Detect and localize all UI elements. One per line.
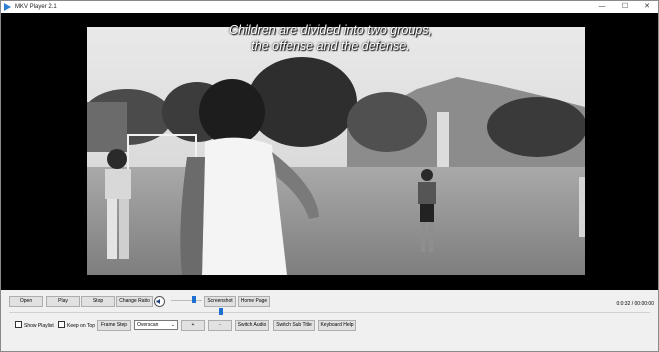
chevron-down-icon: ⌄ — [170, 322, 175, 328]
subtitle-line-2: the offense and the defense. — [251, 39, 410, 53]
show-playlist-label: Show Playlist — [24, 323, 54, 329]
keep-on-top-label: Keep on Top — [67, 323, 95, 329]
title-bar[interactable]: MKV Player 2.1 — ☐ ✕ — [1, 1, 658, 13]
show-playlist-checkbox[interactable]: Show Playlist — [15, 321, 54, 330]
stop-button[interactable]: Stop — [81, 296, 115, 307]
app-icon — [4, 3, 11, 11]
plus-button[interactable]: + — [181, 320, 205, 331]
video-frame — [87, 27, 585, 275]
maximize-button[interactable]: ☐ — [614, 1, 636, 13]
play-button[interactable]: Play — [46, 296, 80, 307]
frame-step-button[interactable]: Frame Step — [97, 320, 131, 331]
volume-slider-thumb[interactable] — [192, 296, 197, 303]
control-panel: Open Play Stop Change Ratio Screenshot H… — [1, 290, 658, 351]
checkbox-box[interactable] — [58, 321, 65, 328]
checkbox-box[interactable] — [15, 321, 22, 328]
time-display: 0:0:32 / 00:00:00 — [616, 301, 654, 307]
home-page-button[interactable]: Home Page — [238, 296, 270, 307]
volume-slider[interactable] — [171, 300, 202, 301]
switch-sub-title-button[interactable]: Switch Sub Title — [273, 320, 315, 331]
close-button[interactable]: ✕ — [636, 1, 658, 13]
switch-audio-button[interactable]: Switch Audio — [235, 320, 269, 331]
video-scene — [87, 27, 585, 275]
seek-bar-thumb[interactable] — [218, 308, 223, 315]
overscan-select[interactable]: Overscan ⌄ — [134, 320, 178, 330]
subtitle-line-1: Children are divided into two groups, — [229, 23, 432, 37]
video-area[interactable]: Children are divided into two groups, th… — [1, 13, 658, 290]
speaker-icon — [156, 299, 160, 304]
seek-bar[interactable] — [9, 312, 650, 313]
open-button[interactable]: Open — [9, 296, 43, 307]
minimize-button[interactable]: — — [591, 1, 613, 13]
overscan-value: Overscan — [137, 322, 159, 328]
volume-icon[interactable] — [154, 296, 165, 307]
keep-on-top-checkbox[interactable]: Keep on Top — [58, 321, 95, 330]
window-title: MKV Player 2.1 — [15, 4, 57, 10]
minus-button[interactable]: - — [208, 320, 232, 331]
change-ratio-button[interactable]: Change Ratio — [116, 296, 153, 307]
screenshot-button[interactable]: Screenshot — [204, 296, 236, 307]
player-window: MKV Player 2.1 — ☐ ✕ Children are divide… — [0, 0, 659, 352]
keyboard-help-button[interactable]: Keyboard Help — [318, 320, 356, 331]
